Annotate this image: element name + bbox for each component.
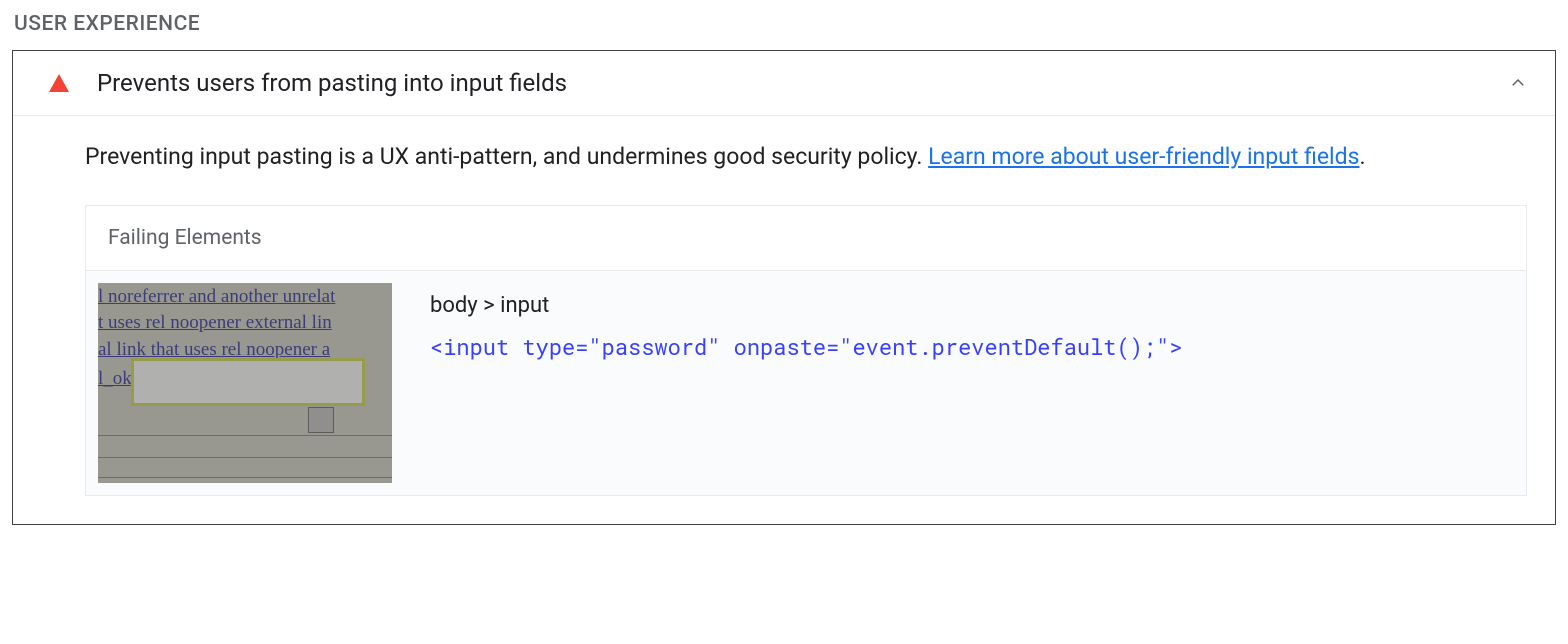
- audit-description-suffix: .: [1359, 143, 1365, 170]
- element-thumbnail: l noreferrer and another unrelat t uses …: [98, 283, 392, 483]
- section-header: USER EXPERIENCE: [12, 12, 1556, 36]
- audit-description: Preventing input pasting is a UX anti-pa…: [85, 140, 1527, 175]
- audit-header[interactable]: Prevents users from pasting into input f…: [13, 51, 1555, 116]
- chevron-up-icon: [1509, 74, 1527, 92]
- failing-element-row: l noreferrer and another unrelat t uses …: [86, 271, 1526, 495]
- element-selector-path: body > input: [430, 293, 1514, 318]
- element-info: body > input <input type="password" onpa…: [430, 283, 1514, 361]
- failing-elements-box: Failing Elements l noreferrer and anothe…: [85, 205, 1527, 496]
- learn-more-link[interactable]: Learn more about user-friendly input fie…: [928, 143, 1359, 170]
- element-code-snippet: <input type="password" onpaste="event.pr…: [430, 332, 1514, 361]
- audit-title: Prevents users from pasting into input f…: [97, 69, 1509, 97]
- warning-triangle-icon: [49, 74, 69, 92]
- failing-elements-header: Failing Elements: [86, 206, 1526, 271]
- thumbnail-ok-text: l_ok: [98, 367, 132, 392]
- image-placeholder-icon: [308, 407, 334, 433]
- thumbnail-preview-text: l noreferrer and another unrelat t uses …: [98, 283, 392, 365]
- thumbnail-highlight-icon: [134, 361, 362, 403]
- audit-body: Preventing input pasting is a UX anti-pa…: [13, 116, 1555, 524]
- audit-description-text: Preventing input pasting is a UX anti-pa…: [85, 143, 928, 170]
- audit-card: Prevents users from pasting into input f…: [12, 50, 1556, 525]
